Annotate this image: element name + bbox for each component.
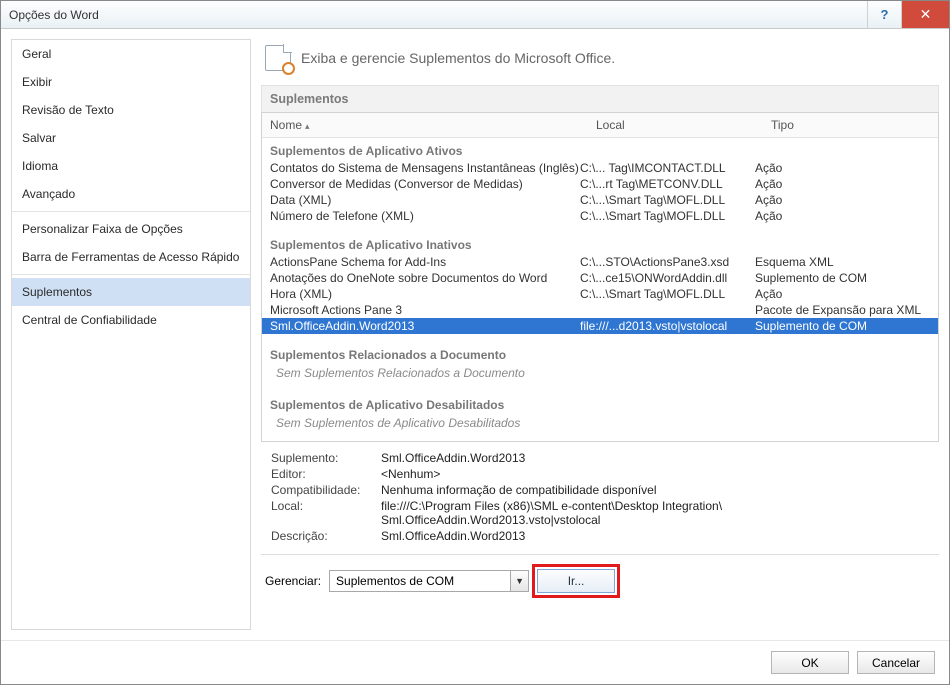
col-tipo[interactable]: Tipo [763,113,938,137]
manage-combobox[interactable]: Suplementos de COM ▼ [329,570,529,592]
sidebar-item-suplementos[interactable]: Suplementos [12,278,250,306]
group-header: Suplementos Relacionados a Documento [262,342,938,364]
section-title: Suplementos [261,85,939,112]
go-button[interactable]: Ir... [537,569,615,593]
detail-desc: Sml.OfficeAddin.Word2013 [381,529,935,543]
sidebar-item-barra-de-ferramentas-de-acesso-r-pido[interactable]: Barra de Ferramentas de Acesso Rápido [12,243,250,271]
detail-editor: <Nenhum> [381,467,935,481]
detail-compat: Nenhuma informação de compatibilidade di… [381,483,935,497]
table-row[interactable]: Hora (XML)C:\...\Smart Tag\MOFL.DLLAção [262,286,938,302]
detail-suplemento: Sml.OfficeAddin.Word2013 [381,451,935,465]
sidebar-item-idioma[interactable]: Idioma [12,152,250,180]
help-button[interactable]: ? [867,1,901,28]
col-local[interactable]: Local [588,113,763,137]
table-row[interactable]: Conversor de Medidas (Conversor de Medid… [262,176,938,192]
detail-local: file:///C:\Program Files (x86)\SML e-con… [381,499,935,527]
col-name[interactable]: Nome▴ [262,113,588,137]
group-empty-note: Sem Suplementos Relacionados a Documento [262,364,938,386]
titlebar: Opções do Word ? ✕ [1,1,949,29]
sidebar-item-exibir[interactable]: Exibir [12,68,250,96]
sidebar-item-central-de-confiabilidade[interactable]: Central de Confiabilidade [12,306,250,334]
grid-header: Nome▴ Local Tipo [262,113,938,138]
cancel-button[interactable]: Cancelar [857,651,935,674]
sidebar-item-salvar[interactable]: Salvar [12,124,250,152]
sidebar-item-revis-o-de-texto[interactable]: Revisão de Texto [12,96,250,124]
chevron-down-icon: ▼ [510,571,528,591]
category-sidebar: GeralExibirRevisão de TextoSalvarIdiomaA… [11,39,251,630]
ok-button[interactable]: OK [771,651,849,674]
addins-grid[interactable]: Nome▴ Local Tipo Suplementos de Aplicati… [261,112,939,442]
table-row[interactable]: Data (XML)C:\...\Smart Tag\MOFL.DLLAção [262,192,938,208]
sidebar-item-avan-ado[interactable]: Avançado [12,180,250,208]
window-title: Opções do Word [9,8,867,22]
close-button[interactable]: ✕ [901,1,949,28]
main-panel: Exiba e gerencie Suplementos do Microsof… [261,39,939,630]
sidebar-item-geral[interactable]: Geral [12,40,250,68]
details-panel: Suplemento:Sml.OfficeAddin.Word2013 Edit… [261,442,939,550]
table-row[interactable]: Microsoft Actions Pane 3Pacote de Expans… [262,302,938,318]
manage-row: Gerenciar: Suplementos de COM ▼ Ir... [261,563,939,595]
group-header: Suplementos de Aplicativo Ativos [262,138,938,160]
sidebar-item-personalizar-faixa-de-op-es[interactable]: Personalizar Faixa de Opções [12,215,250,243]
table-row[interactable]: Anotações do OneNote sobre Documentos do… [262,270,938,286]
word-options-dialog: Opções do Word ? ✕ GeralExibirRevisão de… [0,0,950,685]
table-row[interactable]: Sml.OfficeAddin.Word2013file:///...d2013… [262,318,938,334]
sort-asc-icon: ▴ [305,121,310,131]
manage-label: Gerenciar: [265,574,321,588]
dialog-footer: OK Cancelar [1,640,949,684]
group-header: Suplementos de Aplicativo Inativos [262,232,938,254]
addins-page-icon [265,45,291,71]
group-header: Suplementos de Aplicativo Desabilitados [262,392,938,414]
table-row[interactable]: Número de Telefone (XML)C:\...\Smart Tag… [262,208,938,224]
table-row[interactable]: Contatos do Sistema de Mensagens Instant… [262,160,938,176]
panel-heading: Exiba e gerencie Suplementos do Microsof… [301,50,615,66]
table-row[interactable]: ActionsPane Schema for Add-InsC:\...STO\… [262,254,938,270]
group-empty-note: Sem Suplementos de Aplicativo Desabilita… [262,414,938,436]
